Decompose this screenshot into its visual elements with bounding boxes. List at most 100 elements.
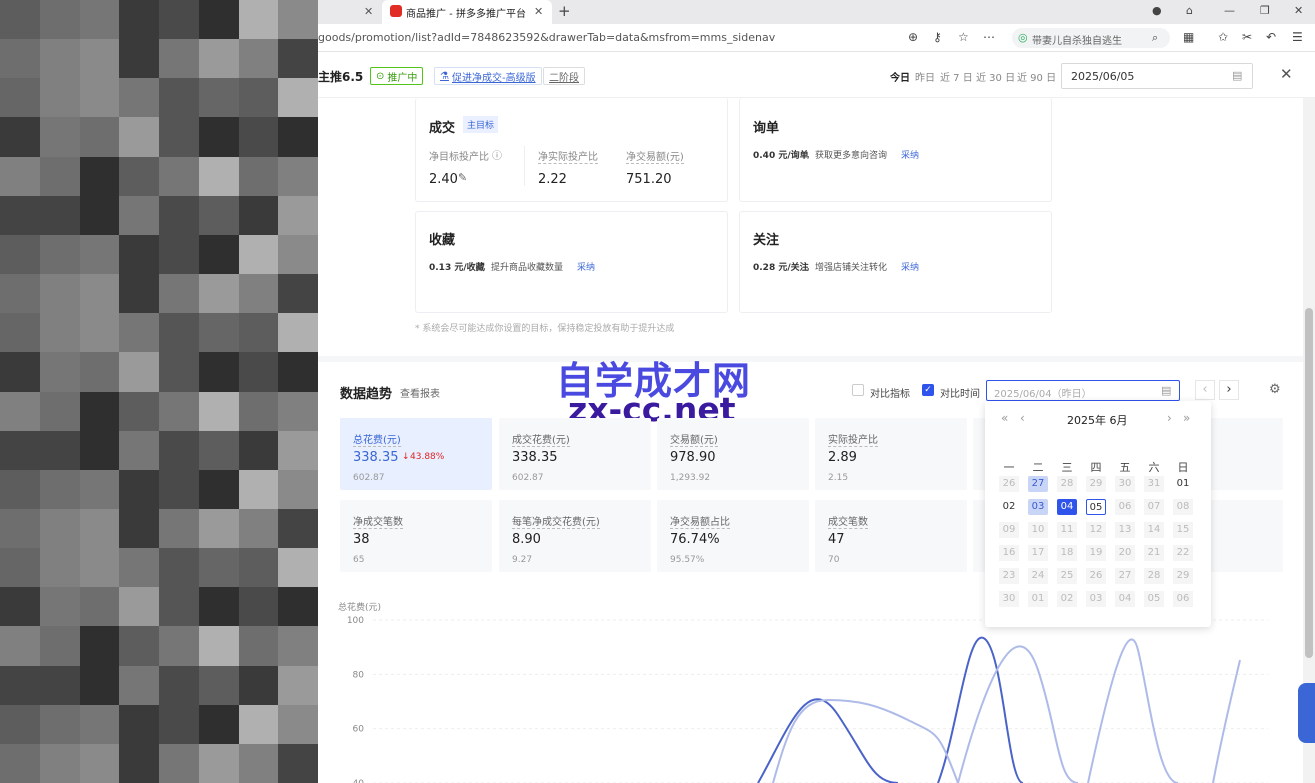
calendar-day[interactable]: 29	[1086, 476, 1106, 492]
close-icon[interactable]: ✕	[364, 5, 373, 18]
calendar-day[interactable]: 14	[1144, 522, 1164, 538]
settings-icon[interactable]: ⚙	[1269, 382, 1281, 397]
adopt-link[interactable]: 采纳	[901, 148, 919, 161]
date-link-90d[interactable]: 近 90 日	[1017, 69, 1056, 84]
calendar-day[interactable]: 05	[1144, 591, 1164, 607]
minimize-icon[interactable]: —	[1224, 4, 1235, 17]
account-icon[interactable]: ●	[1152, 4, 1162, 17]
calendar-day[interactable]: 03	[1028, 499, 1048, 515]
prev-period-button[interactable]: ‹	[1195, 380, 1215, 400]
next-period-button[interactable]: ›	[1219, 380, 1239, 400]
url-text[interactable]: goods/promotion/list?adId=7848623592&dra…	[318, 31, 775, 44]
calendar-day[interactable]: 23	[999, 568, 1019, 584]
calendar-day[interactable]: 16	[999, 545, 1019, 561]
close-icon[interactable]: ✕	[534, 5, 543, 18]
date-link-7d[interactable]: 近 7 日	[940, 69, 973, 84]
calendar-day[interactable]: 09	[999, 522, 1019, 538]
info-icon[interactable]: ⓘ	[492, 147, 502, 162]
restore-icon[interactable]: ❐	[1260, 4, 1270, 17]
metric-card[interactable]: 实际投产比 2.89 2.15	[815, 418, 967, 490]
search-icon[interactable]: ⌕	[1152, 31, 1158, 45]
calendar-day[interactable]: 28	[1057, 476, 1077, 492]
menu-icon[interactable]: ☰	[1292, 30, 1303, 44]
calendar-day[interactable]: 06	[1115, 499, 1135, 515]
metric-card[interactable]: 净成交笔数 38 65	[340, 500, 492, 572]
scissors-icon[interactable]: ✂	[1242, 30, 1252, 44]
apps-icon[interactable]: ▦	[1183, 30, 1194, 44]
close-icon[interactable]: ✕	[1280, 65, 1293, 83]
compare-metric-checkbox[interactable]	[852, 384, 864, 396]
metric-card[interactable]: 交易额(元) 978.90 1,293.92	[657, 418, 809, 490]
calendar-day[interactable]: 17	[1028, 545, 1048, 561]
close-window-icon[interactable]: ✕	[1294, 4, 1303, 17]
key-icon[interactable]: ⚷	[933, 30, 942, 44]
calendar-day[interactable]: 30	[999, 591, 1019, 607]
upgrade-link[interactable]: ⚗ 促进净成交-高级版	[434, 67, 542, 85]
calendar-day[interactable]: 08	[1173, 499, 1193, 515]
help-bubble[interactable]	[1298, 683, 1315, 743]
browser-tab-inactive[interactable]: ✕	[318, 0, 380, 24]
date-link-30d[interactable]: 近 30 日	[976, 69, 1015, 84]
metric-card[interactable]: 每笔净成交花费(元) 8.90 9.27	[499, 500, 651, 572]
next-month-icon[interactable]: ›	[1167, 411, 1172, 425]
calendar-day[interactable]: 05	[1086, 499, 1106, 515]
calendar-day[interactable]: 12	[1086, 522, 1106, 538]
calendar-day[interactable]: 10	[1028, 522, 1048, 538]
calendar-day[interactable]: 27	[1028, 476, 1048, 492]
metric-card[interactable]: 总花费(元) 338.35 ↓ 43.88% 602.87	[340, 418, 492, 490]
calendar-day[interactable]: 25	[1057, 568, 1077, 584]
shirt-icon[interactable]: ⌂	[1186, 4, 1193, 17]
calendar-day[interactable]: 03	[1086, 591, 1106, 607]
more-icon[interactable]: ⋯	[983, 30, 995, 44]
calendar-day[interactable]: 28	[1144, 568, 1164, 584]
scrollbar-thumb[interactable]	[1305, 308, 1313, 658]
calendar-day[interactable]: 02	[1057, 591, 1077, 607]
calendar-day[interactable]: 07	[1144, 499, 1164, 515]
browser-tab-active[interactable]: 商品推广 - 拼多多推广平台 ✕	[382, 0, 552, 24]
compare-time-checkbox[interactable]: ✓	[922, 384, 934, 396]
calendar-day[interactable]: 30	[1115, 476, 1135, 492]
calendar-day[interactable]: 18	[1057, 545, 1077, 561]
calendar-day[interactable]: 26	[999, 476, 1019, 492]
calendar-day[interactable]: 21	[1144, 545, 1164, 561]
view-report-link[interactable]: 查看报表	[400, 385, 440, 400]
stage-badge[interactable]: 二阶段	[543, 67, 585, 85]
calendar-day[interactable]: 24	[1028, 568, 1048, 584]
calendar-day[interactable]: 04	[1115, 591, 1135, 607]
calendar-day[interactable]: 01	[1028, 591, 1048, 607]
new-tab-icon[interactable]: +	[558, 2, 571, 20]
calendar-day[interactable]: 13	[1115, 522, 1135, 538]
date-link-yesterday[interactable]: 昨日	[915, 69, 935, 84]
search-box[interactable]: ◎ 带妻儿自杀独自逃生 ⌕	[1012, 28, 1170, 48]
date-picker[interactable]: 2025/06/05 ▤	[1061, 63, 1253, 89]
edit-icon[interactable]: ✎	[458, 171, 467, 184]
calendar-day[interactable]: 06	[1173, 591, 1193, 607]
calendar-day[interactable]: 27	[1115, 568, 1135, 584]
calendar-day[interactable]: 01	[1173, 476, 1193, 492]
favorites-icon[interactable]: ✩	[1218, 30, 1228, 44]
adopt-link[interactable]: 采纳	[577, 260, 595, 273]
calendar-day[interactable]: 02	[999, 499, 1019, 515]
calendar-day[interactable]: 31	[1144, 476, 1164, 492]
adopt-link[interactable]: 采纳	[901, 260, 919, 273]
calendar-day[interactable]: 26	[1086, 568, 1106, 584]
calendar-day[interactable]: 04	[1057, 499, 1077, 515]
metric-card[interactable]: 成交笔数 47 70	[815, 500, 967, 572]
prev-month-icon[interactable]: ‹	[1020, 411, 1025, 425]
calendar-day[interactable]: 15	[1173, 522, 1193, 538]
compare-date-picker[interactable]: 2025/06/04（昨日） ▤	[986, 380, 1180, 401]
calendar-day[interactable]: 22	[1173, 545, 1193, 561]
calendar-day[interactable]: 11	[1057, 522, 1077, 538]
star-icon[interactable]: ☆	[958, 30, 969, 44]
metric-card[interactable]: 成交花费(元) 338.35 602.87	[499, 418, 651, 490]
metric-card[interactable]: 净交易额占比 76.74% 95.57%	[657, 500, 809, 572]
calendar-day[interactable]: 20	[1115, 545, 1135, 561]
scrollbar[interactable]	[1303, 98, 1315, 783]
date-link-today[interactable]: 今日	[890, 69, 910, 84]
undo-icon[interactable]: ↶	[1266, 30, 1276, 44]
zoom-icon[interactable]: ⊕	[908, 30, 918, 44]
calendar-day[interactable]: 19	[1086, 545, 1106, 561]
calendar-day[interactable]: 29	[1173, 568, 1193, 584]
next-year-icon[interactable]: »	[1183, 411, 1190, 425]
prev-year-icon[interactable]: «	[1001, 411, 1008, 425]
